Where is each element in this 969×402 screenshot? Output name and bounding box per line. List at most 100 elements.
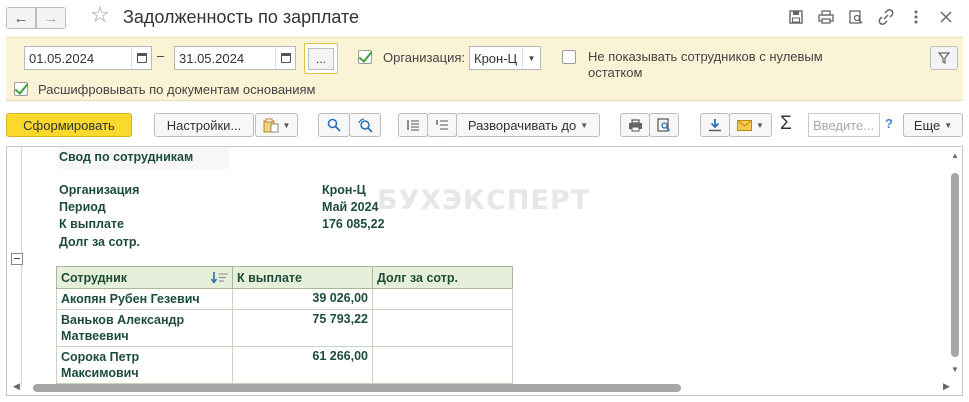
hide-zero-label-line-1: Не показывать сотрудников с нулевым <box>588 49 823 64</box>
organization-value: Крон-Ц <box>474 50 518 66</box>
search-button[interactable] <box>318 113 350 137</box>
scroll-up-icon[interactable]: ▲ <box>951 151 959 160</box>
report-heading: Свод по сотрудникам <box>59 150 194 164</box>
vertical-scroll-thumb[interactable] <box>951 173 959 357</box>
collapse-group-icon[interactable] <box>11 253 23 265</box>
report-area[interactable]: Свод по сотрудникам БУХЭКСПЕРТ Организац… <box>6 146 963 396</box>
generate-button[interactable]: Сформировать <box>6 113 132 137</box>
table-row[interactable]: Ваньков Александр Матвеевич 75 793,22 <box>56 309 513 347</box>
employee-name-cell: Акопян Рубен Гезевич <box>56 288 233 310</box>
title-bar: ← → ☆ Задолженность по зарплате <box>0 0 969 36</box>
window-title: Задолженность по зарплате <box>123 7 360 27</box>
scroll-left-icon[interactable]: ◀ <box>13 381 20 392</box>
hide-zero-label-line-2: остатком <box>588 65 643 80</box>
print-icon <box>628 118 642 131</box>
hide-zero-checkbox[interactable] <box>562 50 576 64</box>
date-to-field[interactable]: 31.05.2024 <box>174 46 296 70</box>
employee-table: Сотрудник К выплате Долг за сотр. Акопян… <box>56 266 513 384</box>
expand-all-icon <box>407 120 419 131</box>
calendar-icon[interactable] <box>131 47 151 69</box>
summary-label-debt: Долг за сотр. <box>59 235 140 249</box>
envelope-icon <box>737 119 753 131</box>
send-email-button[interactable]: ▼ <box>729 113 772 137</box>
more-menu-icon[interactable] <box>907 8 925 26</box>
chevron-down-icon: ▼ <box>580 120 589 130</box>
organization-checkbox[interactable] <box>358 50 372 64</box>
horizontal-scrollbar[interactable]: ◀ ▶ <box>11 381 951 392</box>
arrow-right-icon: → <box>43 9 59 27</box>
horizontal-scroll-thumb[interactable] <box>33 384 681 392</box>
sort-icon[interactable] <box>210 271 229 287</box>
table-row[interactable]: Сорока Петр Максимович 61 266,00 <box>56 346 513 384</box>
column-header-payable[interactable]: К выплате <box>232 266 373 289</box>
forward-button[interactable]: → <box>36 7 66 29</box>
filter-icon <box>938 52 950 64</box>
date-range-dash: – <box>157 48 165 63</box>
expand-groups-button[interactable] <box>398 113 428 137</box>
expand-to-button[interactable]: Разворачивать до ▼ <box>456 113 600 137</box>
chevron-down-icon: ▼ <box>944 120 953 130</box>
back-button[interactable]: ← <box>6 7 36 29</box>
collapse-groups-button[interactable] <box>427 113 457 137</box>
search-refresh-icon <box>357 117 373 133</box>
debt-cell <box>372 309 513 347</box>
preview-button[interactable] <box>649 113 679 137</box>
link-icon[interactable] <box>877 8 895 26</box>
organization-label: Организация: <box>383 50 466 65</box>
decode-checkbox[interactable] <box>14 82 28 96</box>
period-select-label: ... <box>308 47 334 70</box>
close-icon[interactable] <box>937 8 955 26</box>
summary-value-organization: Крон-Ц <box>322 183 366 197</box>
payable-cell: 61 266,00 <box>232 346 373 384</box>
export-button[interactable] <box>700 113 730 137</box>
summary-label-period: Период <box>59 200 106 214</box>
vertical-scrollbar[interactable]: ▲ ▼ <box>951 151 959 374</box>
filter-panel: 01.05.2024 – 31.05.2024 ... Организация:… <box>6 37 963 101</box>
sum-input[interactable]: Введите... <box>808 113 880 137</box>
chevron-down-icon: ▼ <box>756 120 764 130</box>
save-icon[interactable] <box>787 8 805 26</box>
date-to-value: 31.05.2024 <box>179 50 245 66</box>
employee-name-cell: Сорока Петр Максимович <box>56 346 233 384</box>
favorite-star-icon[interactable]: ☆ <box>90 4 110 26</box>
employee-name: Сорока Петр <box>61 350 140 364</box>
search-replace-button[interactable] <box>349 113 381 137</box>
table-header-row: Сотрудник К выплате Долг за сотр. <box>56 266 513 289</box>
sum-icon[interactable]: Σ <box>780 113 792 135</box>
date-from-value: 01.05.2024 <box>29 50 95 66</box>
more-label: Еще <box>913 117 941 133</box>
arrow-left-icon: ← <box>13 9 29 27</box>
preview-icon[interactable] <box>847 8 865 26</box>
print-button[interactable] <box>620 113 650 137</box>
payable-cell: 75 793,22 <box>232 309 373 347</box>
print-icon[interactable] <box>817 8 835 26</box>
variants-button[interactable]: ▼ <box>255 113 298 137</box>
settings-button[interactable]: Настройки... <box>154 113 254 137</box>
period-select-button[interactable]: ... <box>304 43 338 74</box>
employee-name-line-2: Максимович <box>61 366 139 380</box>
scroll-right-icon[interactable]: ▶ <box>943 381 950 392</box>
help-icon[interactable]: ? <box>885 116 893 131</box>
column-header-employee[interactable]: Сотрудник <box>56 266 233 289</box>
table-row[interactable]: Акопян Рубен Гезевич 39 026,00 <box>56 288 513 310</box>
preview-icon <box>657 118 670 132</box>
summary-label-payable: К выплате <box>59 217 124 231</box>
scroll-down-icon[interactable]: ▼ <box>951 365 959 374</box>
organization-select[interactable]: Крон-Ц ▼ <box>469 46 541 70</box>
summary-value-period: Май 2024 <box>322 200 379 214</box>
filter-button[interactable] <box>930 46 958 70</box>
calendar-icon[interactable] <box>275 47 295 69</box>
payable-cell: 39 026,00 <box>232 288 373 310</box>
download-icon <box>709 119 721 132</box>
group-gutter-line <box>21 147 22 387</box>
debt-cell <box>372 346 513 384</box>
employee-name: Акопян Рубен Гезевич <box>61 292 200 306</box>
summary-label-organization: Организация <box>59 183 140 197</box>
column-header-debt[interactable]: Долг за сотр. <box>372 266 513 289</box>
chevron-down-icon[interactable]: ▼ <box>522 47 540 69</box>
collapse-all-icon <box>436 120 448 130</box>
column-header-label: Сотрудник <box>61 270 128 285</box>
employee-name-cell: Ваньков Александр Матвеевич <box>56 309 233 347</box>
more-button[interactable]: Еще ▼ <box>903 113 963 137</box>
date-from-field[interactable]: 01.05.2024 <box>24 46 152 70</box>
